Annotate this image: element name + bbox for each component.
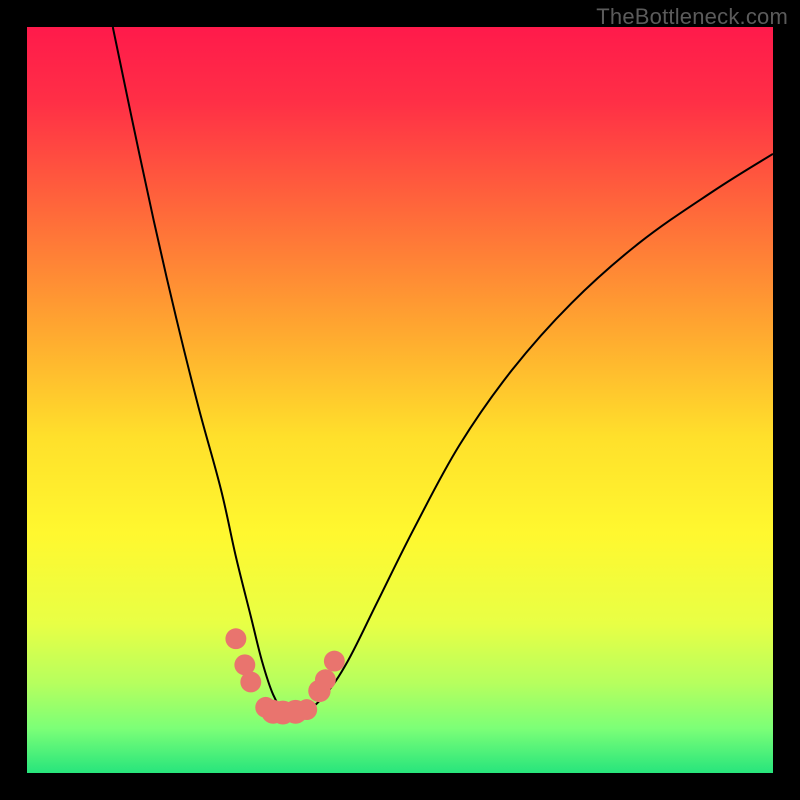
chart-svg [27, 27, 773, 773]
curve-marker [296, 699, 317, 720]
curve-marker [240, 672, 261, 693]
curve-marker [324, 651, 345, 672]
watermark-text: TheBottleneck.com [596, 4, 788, 30]
curve-marker [315, 669, 336, 690]
gradient-background [27, 27, 773, 773]
chart-container: TheBottleneck.com [0, 0, 800, 800]
plot-area [27, 27, 773, 773]
curve-marker [225, 628, 246, 649]
